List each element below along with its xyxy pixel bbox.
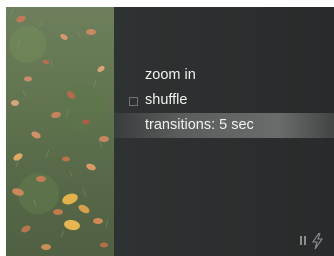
lightning-bolt-icon (311, 233, 324, 249)
slideshow-menu: zoom in shuffle transitions: 5 sec (114, 63, 334, 138)
menu-item-label: transitions: 5 sec (145, 117, 254, 133)
menu-item-transitions[interactable]: transitions: 5 sec (114, 113, 334, 138)
leaves-image (9, 9, 109, 250)
menu-item-label: zoom in (145, 67, 196, 83)
menu-item-shuffle[interactable]: shuffle (114, 88, 334, 113)
pause-icon[interactable] (300, 236, 308, 246)
photo-preview (6, 7, 114, 256)
shuffle-checkbox[interactable] (129, 97, 138, 106)
menu-item-label: shuffle (145, 92, 188, 108)
menu-item-zoom-in[interactable]: zoom in (114, 63, 334, 88)
status-indicators (300, 233, 330, 249)
settings-panel: zoom in shuffle transitions: 5 sec (114, 7, 334, 256)
slideshow-window: zoom in shuffle transitions: 5 sec (6, 7, 334, 256)
screen: zoom in shuffle transitions: 5 sec (0, 0, 334, 256)
